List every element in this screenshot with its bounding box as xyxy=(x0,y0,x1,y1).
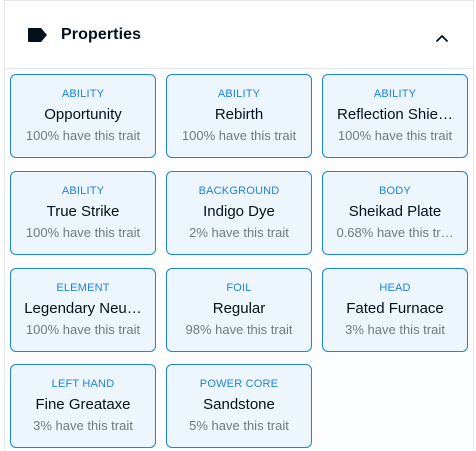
trait-value: Fated Furnace xyxy=(346,299,444,317)
trait-value: Legendary Neu… xyxy=(24,299,142,317)
trait-rarity: 100% have this trait xyxy=(337,128,453,143)
trait-rarity: 3% have this trait xyxy=(33,418,133,434)
trait-card[interactable]: BACKGROUND Indigo Dye 2% have this trait xyxy=(166,170,312,255)
trait-type: BODY xyxy=(379,184,411,197)
trait-card[interactable]: ABILITY Reflection Shie… 100% have this … xyxy=(322,74,468,158)
trait-card[interactable]: ABILITY True Strike 100% have this trait xyxy=(10,170,156,255)
trait-rarity: 2% have this trait xyxy=(189,224,289,240)
trait-rarity: 100% have this trait xyxy=(25,224,141,240)
trait-value: Fine Greataxe xyxy=(35,396,131,414)
trait-value: Indigo Dye xyxy=(203,202,275,220)
trait-rarity: 5% have this trait xyxy=(189,418,289,434)
trait-rarity: 100% have this trait xyxy=(25,321,141,337)
trait-card[interactable]: POWER CORE Sandstone 5% have this trait xyxy=(166,364,312,449)
page-title: Properties xyxy=(61,25,142,43)
trait-rarity: 100% have this trait xyxy=(25,128,141,143)
trait-card[interactable]: LEFT HAND Fine Greataxe 3% have this tra… xyxy=(10,364,156,449)
trait-value: Reflection Shie… xyxy=(337,106,453,123)
trait-value: Regular xyxy=(212,299,266,317)
chevron-up-icon[interactable] xyxy=(435,30,449,42)
trait-card[interactable]: FOIL Regular 98% have this trait xyxy=(166,267,312,352)
trait-rarity: 3% have this trait xyxy=(345,321,445,337)
trait-type: ELEMENT xyxy=(56,281,110,294)
trait-card[interactable]: HEAD Fated Furnace 3% have this trait xyxy=(322,267,468,352)
trait-type: HEAD xyxy=(379,281,411,294)
properties-header[interactable]: Properties xyxy=(5,0,473,69)
trait-value: Sheikad Plate xyxy=(348,202,442,220)
trait-type: POWER CORE xyxy=(199,378,279,391)
label-tag-icon xyxy=(27,27,49,43)
trait-type: ABILITY xyxy=(61,88,105,100)
trait-value: True Strike xyxy=(46,202,120,220)
trait-type: BACKGROUND xyxy=(198,184,280,197)
properties-panel: Properties ABILITY Opportunity 100% have… xyxy=(4,0,474,451)
trait-type: ABILITY xyxy=(373,88,417,100)
trait-type: ABILITY xyxy=(61,184,105,197)
trait-type: FOIL xyxy=(226,281,252,294)
trait-rarity: 0.68% have this tr… xyxy=(336,224,454,240)
trait-card[interactable]: ABILITY Opportunity 100% have this trait xyxy=(10,74,156,158)
trait-value: Rebirth xyxy=(214,106,264,123)
trait-type: LEFT HAND xyxy=(51,378,115,391)
trait-card[interactable]: BODY Sheikad Plate 0.68% have this tr… xyxy=(322,170,468,255)
traits-grid: ABILITY Opportunity 100% have this trait… xyxy=(5,69,473,451)
trait-rarity: 100% have this trait xyxy=(181,128,297,143)
trait-rarity: 98% have this trait xyxy=(185,321,293,337)
trait-card[interactable]: ELEMENT Legendary Neu… 100% have this tr… xyxy=(10,267,156,352)
trait-value: Opportunity xyxy=(44,106,122,123)
trait-value: Sandstone xyxy=(203,396,275,414)
trait-type: ABILITY xyxy=(217,88,261,100)
trait-card[interactable]: ABILITY Rebirth 100% have this trait xyxy=(166,74,312,158)
